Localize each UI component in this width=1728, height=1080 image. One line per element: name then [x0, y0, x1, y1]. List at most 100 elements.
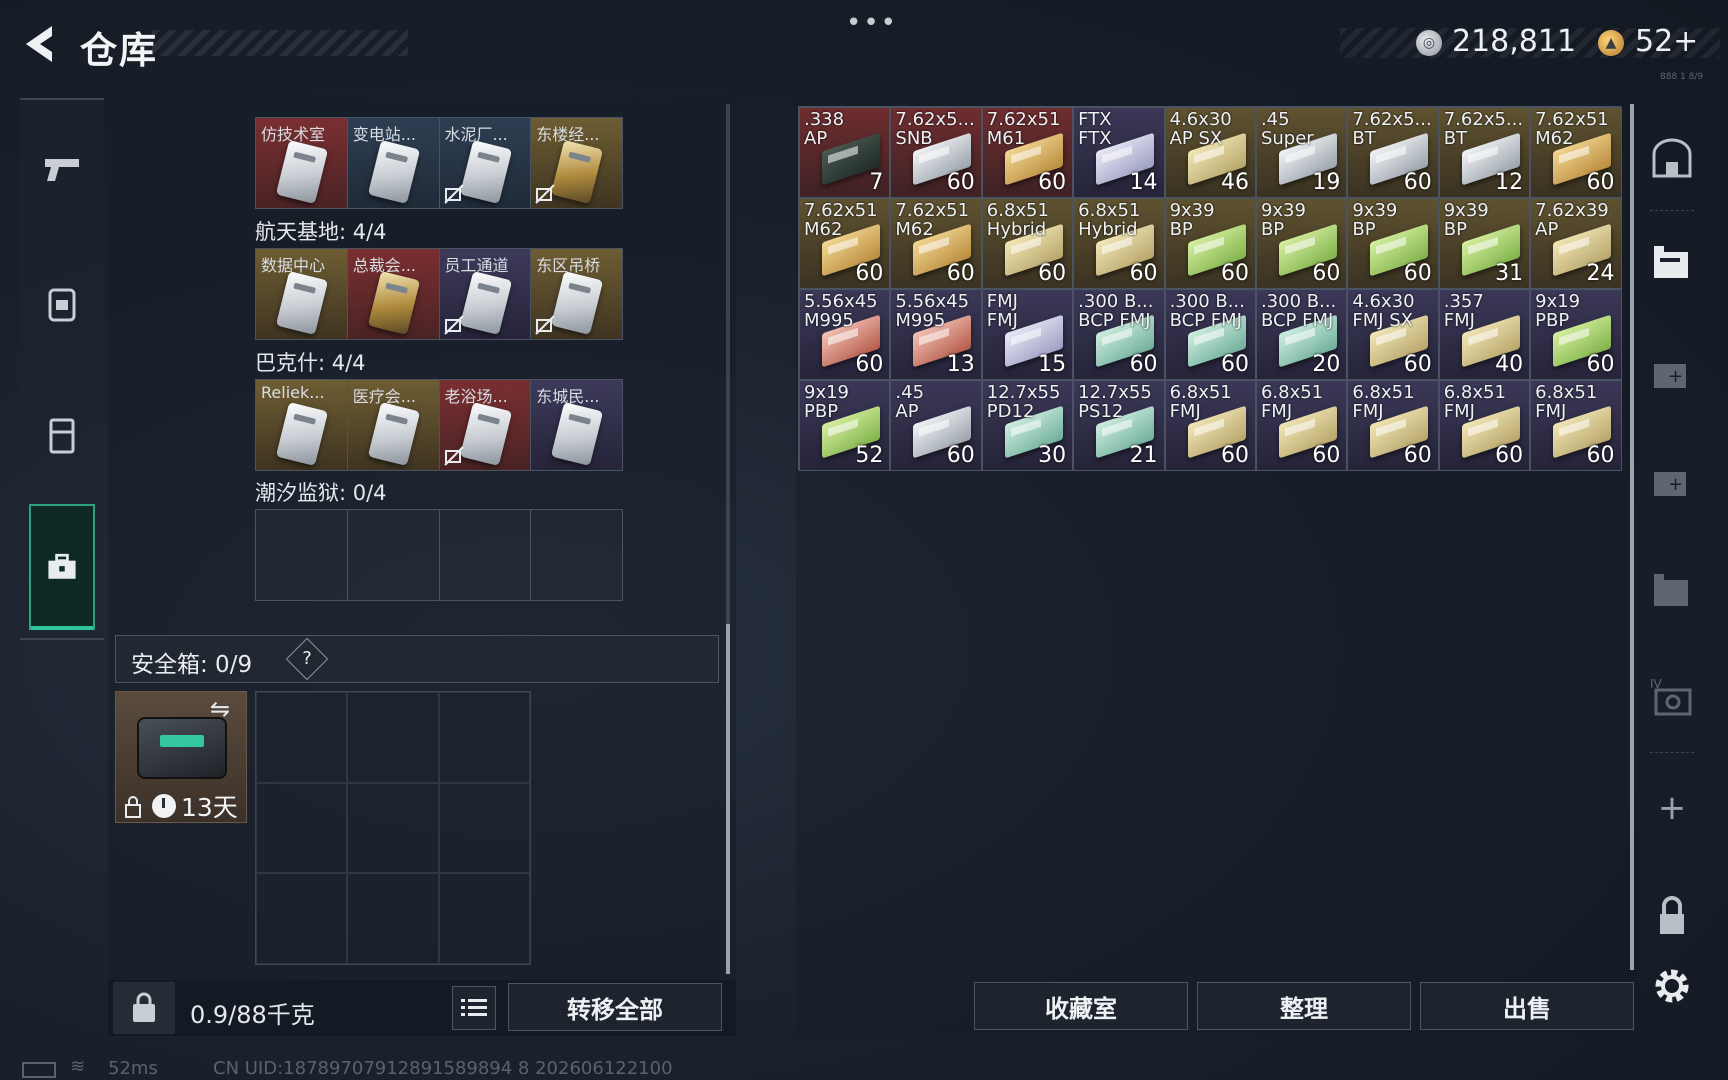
silver-currency-amount[interactable]: 218,811 [1452, 24, 1576, 59]
keycard-icon [367, 401, 420, 467]
ammo-item[interactable]: 9x39 BP 60 [1164, 198, 1256, 289]
key-slot[interactable]: 东区吊桥 [531, 249, 622, 339]
ammo-item[interactable]: FTX FTX 14 [1073, 107, 1165, 198]
lock-toggle-button[interactable] [1642, 886, 1702, 946]
ammo-name: 6.8x51 FMJ [1352, 382, 1415, 422]
key-slot[interactable]: 水泥厂... [439, 118, 532, 208]
expand-storage-2-button[interactable]: + [1642, 452, 1702, 512]
empty-key-slot[interactable] [531, 510, 622, 600]
ammo-name: 7.62x51 M62 [1535, 109, 1609, 149]
warehouse-button[interactable] [1642, 232, 1702, 292]
ammo-item[interactable]: 6.8x51 FMJ 60 [1164, 380, 1256, 471]
empty-key-slot[interactable] [347, 510, 440, 600]
ammo-item[interactable]: .338 AP 7 [799, 107, 891, 198]
ammo-item[interactable]: 7.62x5... SNB 60 [890, 107, 982, 198]
warehouse-level-button[interactable]: IV [1642, 668, 1702, 728]
ammo-item[interactable]: 7.62x51 M62 60 [890, 198, 982, 289]
ammo-item[interactable]: 9x19 PBP 60 [1530, 289, 1622, 380]
ammo-item[interactable]: .45 AP 60 [890, 380, 982, 471]
ammo-item[interactable]: 6.8x51 Hybrid 60 [1073, 198, 1165, 289]
ammo-item[interactable]: 12.7x55 PS12 21 [1073, 380, 1165, 471]
ammo-name: 9x19 PBP [1535, 291, 1581, 331]
collection-room-button[interactable]: 收藏室 [974, 982, 1188, 1030]
ammo-item[interactable]: 6.8x51 FMJ 60 [1438, 380, 1531, 471]
swap-icon[interactable]: ⇋ [210, 695, 230, 723]
ammo-item[interactable]: 12.7x55 PD12 30 [981, 380, 1074, 471]
ammo-item[interactable]: 4.6x30 FMJ SX 60 [1347, 289, 1439, 380]
storage-room-button[interactable] [1642, 130, 1702, 190]
left-scrollbar-thumb[interactable] [726, 624, 730, 974]
ammo-item[interactable]: 9x39 BP 31 [1438, 198, 1531, 289]
list-view-button[interactable] [452, 986, 496, 1030]
ammo-item[interactable]: 7.62x51 M62 60 [799, 198, 891, 289]
ammo-item[interactable]: 7.62x51 M62 60 [1530, 107, 1622, 198]
safebox-slot[interactable] [256, 692, 348, 783]
warehouse-3-button[interactable] [1642, 560, 1702, 620]
ammo-item[interactable]: .300 B... BCP FMJ 60 [1164, 289, 1256, 380]
sell-button[interactable]: 出售 [1420, 982, 1634, 1030]
key-slot[interactable]: 总裁会... [347, 249, 440, 339]
ammo-item[interactable]: 6.8x51 FMJ 60 [1530, 380, 1622, 471]
ammo-item[interactable]: 6.8x51 FMJ 60 [1255, 380, 1348, 471]
ammo-item[interactable]: 6.8x51 FMJ 60 [1347, 380, 1439, 471]
rail-tab-backpack[interactable] [20, 258, 104, 348]
safebox-slot[interactable] [256, 873, 348, 964]
ammo-item[interactable]: 9x19 PBP 52 [799, 380, 891, 471]
key-slot[interactable]: 东城民... [531, 380, 622, 470]
ammo-name: 7.62x5... BT [1443, 109, 1524, 149]
ammo-item[interactable]: 5.56x45 M995 13 [890, 289, 982, 380]
stash-scrollbar[interactable] [1630, 104, 1634, 970]
ammo-item[interactable]: 9x39 BP 60 [1347, 198, 1439, 289]
safebox-slot[interactable] [438, 692, 530, 783]
ammo-item[interactable]: 5.56x45 M995 60 [799, 289, 891, 380]
key-slot[interactable]: 老浴场... [439, 380, 532, 470]
ammo-item[interactable]: .45 Super 19 [1255, 107, 1348, 198]
ammo-item[interactable]: .300 B... BCP FMJ 20 [1255, 289, 1348, 380]
ping-readout: 52ms [108, 1058, 158, 1079]
key-slot[interactable]: 员工通道 [439, 249, 532, 339]
empty-key-slot[interactable] [256, 510, 348, 600]
expand-storage-icon: + [1654, 364, 1686, 388]
back-button[interactable] [18, 22, 58, 66]
gold-currency-amount[interactable]: 52+ [1635, 24, 1698, 59]
settings-button[interactable] [1642, 956, 1702, 1016]
ammo-item[interactable]: 9x39 BP 60 [1255, 198, 1348, 289]
ammo-item[interactable]: 7.62x5... BT 12 [1438, 107, 1531, 198]
secure-case-stripe [160, 735, 204, 747]
ammo-quantity: 13 [946, 352, 975, 377]
sort-button[interactable]: 整理 [1197, 982, 1411, 1030]
key-label: 东城民... [536, 387, 600, 406]
safebox-slot[interactable] [438, 873, 530, 964]
key-slot[interactable]: Reliek... [256, 380, 348, 470]
ammo-item[interactable]: 4.6x30 AP SX 46 [1164, 107, 1256, 198]
key-slot[interactable]: 东楼经... [531, 118, 622, 208]
empty-key-slot[interactable] [439, 510, 532, 600]
safebox-slot[interactable] [347, 873, 439, 964]
safebox-slot[interactable] [347, 692, 439, 783]
expand-storage-button[interactable]: + [1642, 344, 1702, 404]
rail-tab-vest[interactable] [20, 390, 104, 480]
weight-lock-button[interactable] [113, 982, 175, 1034]
clock-icon [152, 794, 176, 818]
ammo-name: 12.7x55 PS12 [1078, 382, 1152, 422]
safebox-slot[interactable] [347, 782, 439, 874]
key-slot[interactable]: 仿技术室 [256, 118, 348, 208]
ammo-item[interactable]: 7.62x39 AP 24 [1530, 198, 1622, 289]
key-slot[interactable]: 变电站... [347, 118, 440, 208]
safebox-slot[interactable] [256, 782, 348, 874]
ammo-item[interactable]: 7.62x51 M61 60 [981, 107, 1074, 198]
ammo-item[interactable]: .357 FMJ 40 [1438, 289, 1531, 380]
key-slot[interactable]: 医疗会... [347, 380, 440, 470]
ammo-item[interactable]: .300 B... BCP FMJ 60 [1073, 289, 1165, 380]
ammo-item[interactable]: 6.8x51 Hybrid 60 [981, 198, 1074, 289]
ammo-item[interactable]: 7.62x5... BT 60 [1347, 107, 1439, 198]
rail-tab-weapons[interactable] [20, 125, 104, 215]
transfer-all-button[interactable]: 转移全部 [508, 983, 722, 1031]
key-slot[interactable]: 数据中心 [256, 249, 348, 339]
ammo-name: 7.62x51 M62 [895, 200, 970, 240]
add-storage-button[interactable]: + [1642, 778, 1702, 838]
ammo-item[interactable]: FMJ FMJ 15 [981, 289, 1074, 380]
safebox-slot[interactable] [438, 782, 530, 874]
rail-tab-tools[interactable] [29, 504, 95, 630]
more-options-button[interactable]: ••• [846, 8, 898, 38]
